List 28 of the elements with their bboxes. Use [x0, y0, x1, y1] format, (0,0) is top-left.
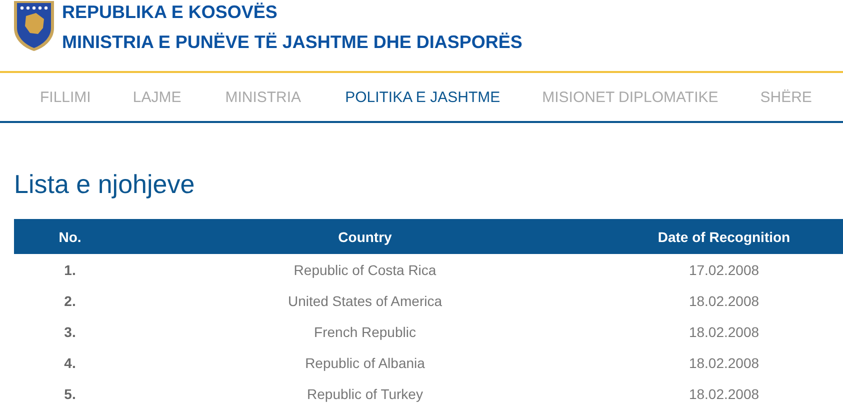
table-cell-text: United States of America	[286, 292, 444, 308]
column-header: Country	[337, 228, 393, 244]
nav-tab[interactable]: LAJME	[112, 73, 202, 121]
column-header: Date of Recognition	[656, 228, 792, 244]
header-title: REPUBLIKA E KOSOVËS	[62, 1, 278, 23]
emblem-icon	[12, 0, 56, 52]
table-cell-text: 1.	[63, 262, 77, 278]
table-cell-text: 18.02.2008	[688, 324, 760, 340]
table-cell-text: Republic of Turkey	[306, 386, 424, 402]
header-subtitle: MINISTRIA E PUNËVE TË JASHTME DHE DIASPORËS	[62, 31, 522, 53]
table-cell-text: 4.	[63, 354, 77, 370]
nav-tab[interactable]: FILLIMI	[19, 73, 112, 121]
table-cell-text: French Republic	[313, 324, 417, 340]
nav-tab[interactable]: MINISTRIA	[204, 73, 322, 121]
column-header: No.	[58, 228, 82, 244]
nav-tab[interactable]: POLITIKA E JASHTME	[324, 73, 522, 121]
table-cell-text: 5.	[63, 386, 77, 402]
table-cell-text: Republic of Albania	[304, 354, 426, 370]
table-cell-text: 18.02.2008	[688, 386, 760, 402]
table-cell-text: 18.02.2008	[688, 292, 760, 308]
table-cell-text: 17.02.2008	[688, 262, 760, 278]
table-cell-text: 18.02.2008	[688, 354, 760, 370]
page-title: Lista e njohjeve	[14, 169, 196, 199]
nav-tab[interactable]: MISIONET DIPLOMATIKE	[521, 73, 740, 121]
table-cell-text: Republic of Costa Rica	[292, 262, 438, 278]
table-cell-text: 3.	[63, 324, 77, 340]
nav-tab[interactable]: SHËRE	[739, 73, 833, 121]
table-cell-text: 2.	[63, 292, 77, 308]
